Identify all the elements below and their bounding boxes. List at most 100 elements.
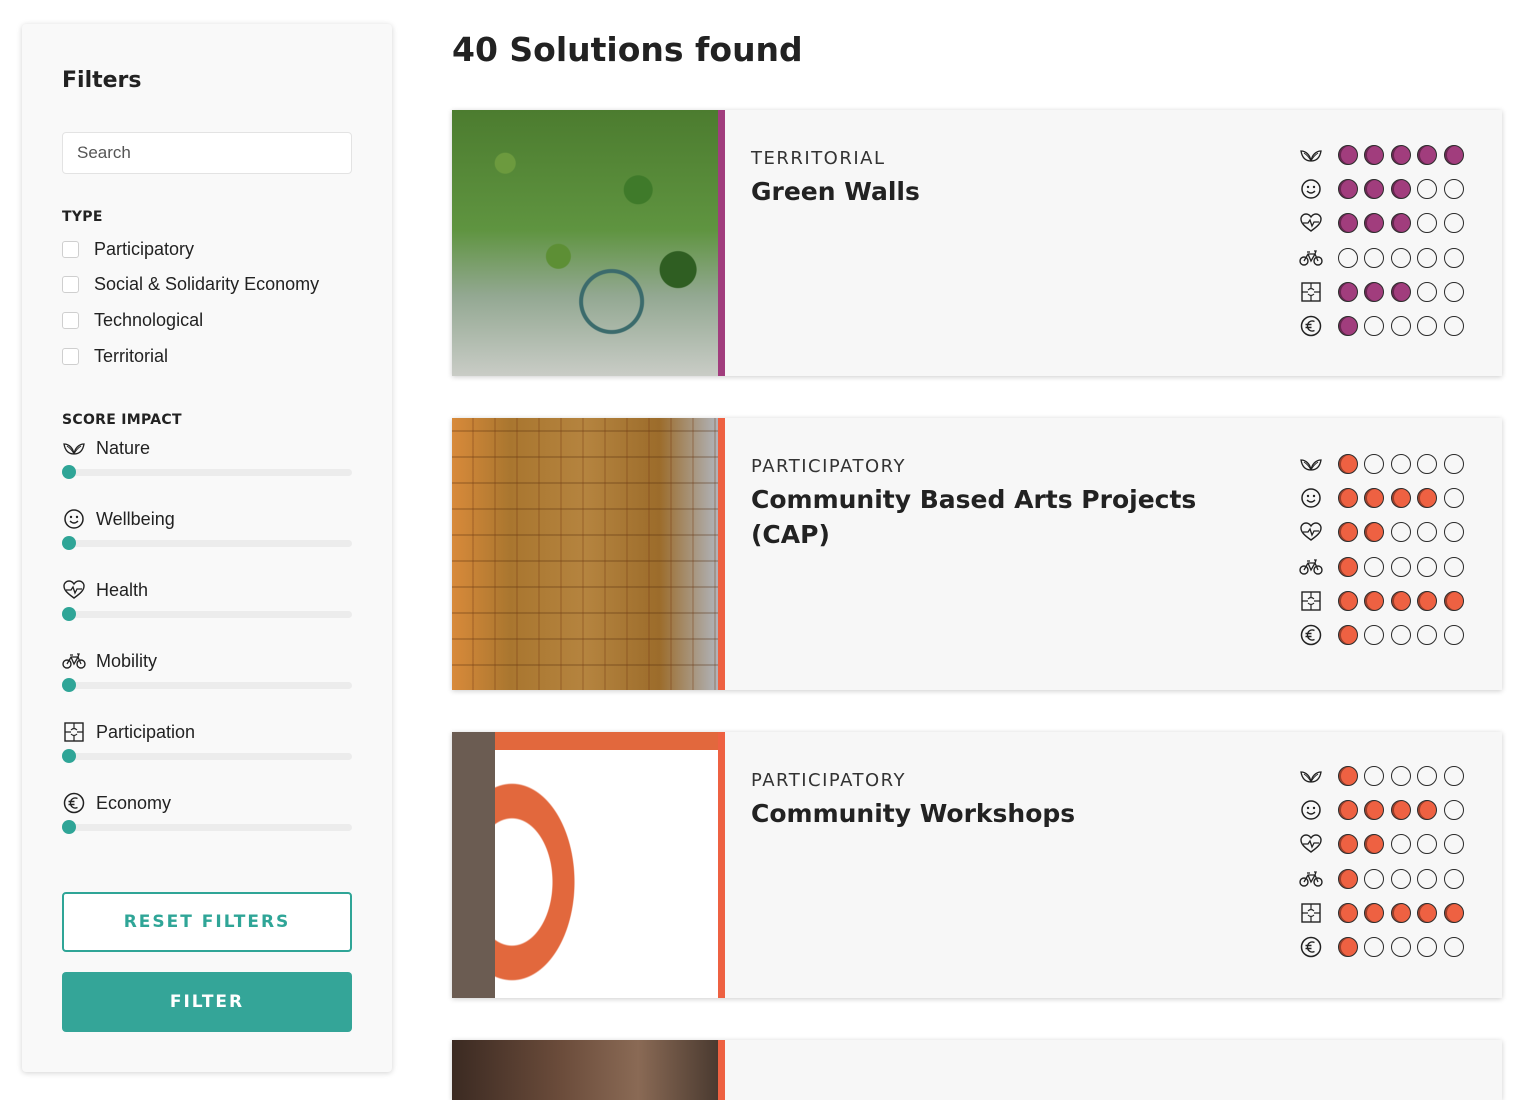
score-dot-filled	[1417, 145, 1438, 166]
score-row	[1298, 930, 1470, 964]
solution-card-community-arts[interactable]: PARTICIPATORY Community Based Arts Proje…	[452, 418, 1502, 690]
score-dot-filled	[1443, 902, 1464, 923]
solution-type: PARTICIPATORY	[751, 770, 907, 791]
score-dot-filled	[1338, 316, 1358, 337]
score-dot-filled	[1390, 281, 1411, 302]
solution-image[interactable]	[452, 418, 718, 690]
solution-title[interactable]: Green Walls	[751, 174, 1221, 209]
slider-label: Health	[96, 579, 149, 600]
type-color-stripe	[718, 732, 725, 998]
score-dot-filled	[1390, 213, 1411, 234]
score-dot-empty	[1364, 937, 1385, 958]
slider-thumb[interactable]	[62, 678, 76, 692]
solution-image[interactable]	[452, 732, 718, 998]
score-row	[1298, 138, 1470, 172]
score-dot-filled	[1338, 766, 1358, 787]
score-row	[1298, 172, 1470, 206]
score-dot-empty	[1417, 281, 1438, 302]
score-dot-empty	[1390, 937, 1411, 958]
checkbox[interactable]	[62, 275, 79, 293]
reset-filters-button[interactable]: RESET FILTERS	[62, 892, 352, 952]
score-dot-filled	[1443, 590, 1464, 611]
score-impact-heading: SCORE IMPACT	[62, 412, 182, 428]
slider-track[interactable]	[62, 824, 352, 831]
score-row	[1298, 447, 1470, 481]
slider-track[interactable]	[62, 682, 352, 689]
type-filter-social-solidarity-economy[interactable]: Social & Solidarity Economy	[62, 273, 319, 295]
slider-track[interactable]	[62, 540, 352, 547]
checkbox[interactable]	[62, 240, 79, 258]
score-row	[1298, 896, 1470, 930]
score-dot-empty	[1417, 213, 1438, 234]
score-dot-empty	[1390, 247, 1411, 268]
score-dot-filled	[1390, 590, 1411, 611]
score-dot-empty	[1390, 316, 1411, 337]
score-row	[1298, 481, 1470, 515]
score-dot-filled	[1364, 590, 1385, 611]
solution-card-partial[interactable]	[452, 1040, 1502, 1100]
search-input[interactable]	[62, 132, 352, 174]
score-dot-empty	[1390, 834, 1411, 855]
type-filter-label: Technological	[94, 309, 204, 330]
bicycle-icon	[1298, 246, 1324, 270]
score-dot-filled	[1338, 522, 1358, 543]
score-dot-empty	[1364, 316, 1385, 337]
score-dot-filled	[1364, 800, 1385, 821]
score-dot-filled	[1364, 281, 1385, 302]
type-color-stripe	[718, 110, 725, 376]
slider-thumb[interactable]	[62, 820, 76, 834]
score-dot-empty	[1417, 868, 1438, 889]
score-dot-empty	[1390, 522, 1411, 543]
slider-label: Wellbeing	[96, 508, 175, 529]
score-dot-filled	[1338, 590, 1358, 611]
solution-title[interactable]: Community Workshops	[751, 796, 1221, 831]
slider-track[interactable]	[62, 611, 352, 618]
score-dot-filled	[1338, 800, 1358, 821]
leaf-icon	[1298, 452, 1324, 476]
score-dot-empty	[1417, 937, 1438, 958]
smiley-icon	[62, 509, 86, 529]
slider-thumb[interactable]	[62, 536, 76, 550]
score-dot-filled	[1338, 556, 1358, 577]
score-dot-empty	[1443, 316, 1464, 337]
score-dot-filled	[1390, 179, 1411, 200]
solution-title[interactable]: Community Based Arts Projects (CAP)	[751, 482, 1221, 552]
solution-type: PARTICIPATORY	[751, 456, 907, 477]
score-dot-filled	[1338, 454, 1358, 475]
checkbox[interactable]	[62, 311, 79, 329]
bicycle-icon	[1298, 555, 1324, 579]
score-grid	[1298, 759, 1470, 964]
filter-button[interactable]: FILTER	[62, 972, 352, 1032]
heart-pulse-icon	[1298, 832, 1324, 856]
solution-card-community-workshops[interactable]: PARTICIPATORY Community Workshops	[452, 732, 1502, 998]
score-dot-empty	[1390, 556, 1411, 577]
score-dot-empty	[1417, 625, 1438, 646]
score-dot-empty	[1443, 454, 1464, 475]
score-dot-empty	[1443, 868, 1464, 889]
type-filter-territorial[interactable]: Territorial	[62, 345, 168, 367]
slider-track[interactable]	[62, 469, 352, 476]
smiley-icon	[1298, 798, 1324, 822]
type-filter-label: Participatory	[94, 238, 195, 259]
slider-label: Participation	[96, 721, 196, 742]
slider-thumb[interactable]	[62, 607, 76, 621]
euro-icon	[1298, 314, 1324, 338]
solution-card-green-walls[interactable]: TERRITORIAL Green Walls	[452, 110, 1502, 376]
score-dot-filled	[1338, 902, 1358, 923]
solution-image[interactable]	[452, 110, 718, 376]
score-row	[1298, 275, 1470, 309]
score-dot-empty	[1417, 247, 1438, 268]
slider-thumb[interactable]	[62, 465, 76, 479]
type-filter-technological[interactable]: Technological	[62, 309, 203, 331]
slider-label: Mobility	[96, 650, 158, 671]
slider-track[interactable]	[62, 753, 352, 760]
slider-thumb[interactable]	[62, 749, 76, 763]
slider-wellbeing: Wellbeing	[62, 507, 352, 557]
score-dot-empty	[1417, 766, 1438, 787]
puzzle-icon	[62, 722, 86, 742]
score-dot-filled	[1417, 800, 1438, 821]
solution-image[interactable]	[452, 1040, 718, 1100]
type-filter-participatory[interactable]: Participatory	[62, 238, 194, 260]
checkbox[interactable]	[62, 347, 79, 365]
score-dot-empty	[1443, 766, 1464, 787]
